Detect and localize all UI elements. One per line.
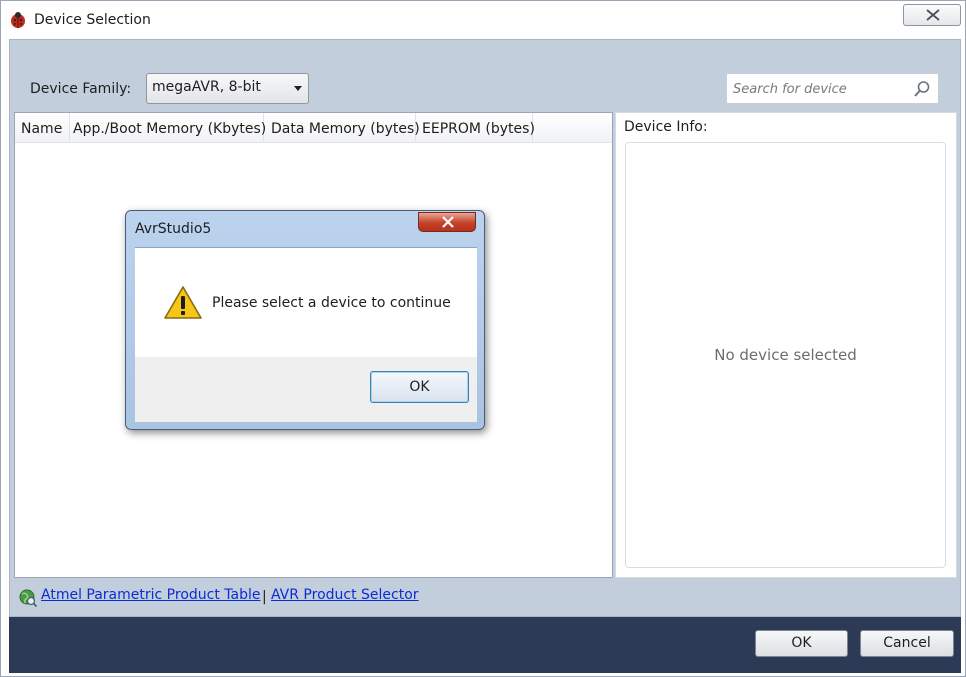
column-header-eeprom[interactable]: EEPROM (bytes): [416, 113, 535, 143]
column-header-data-memory[interactable]: Data Memory (bytes): [264, 113, 420, 143]
links-row: Atmel Parametric Product Table | AVR Pro…: [14, 585, 954, 609]
no-device-selected-text: No device selected: [714, 346, 857, 364]
ok-button[interactable]: OK: [755, 630, 848, 657]
search-input[interactable]: [731, 78, 906, 100]
dropdown-arrow-icon: [294, 86, 302, 91]
message-box-title: AvrStudio5: [135, 221, 212, 237]
message-ok-button[interactable]: OK: [370, 371, 469, 403]
table-header: Name App./Boot Memory (Kbytes) Data Memo…: [15, 113, 612, 143]
ladybug-icon: [9, 11, 27, 29]
close-icon: [926, 9, 940, 21]
device-selection-window: Device Selection Device Family: megaAVR,…: [0, 0, 966, 677]
message-box-content: Please select a device to continue: [135, 247, 477, 357]
close-icon: [442, 216, 454, 228]
dialog-footer: OK Cancel: [9, 617, 961, 673]
device-info-box: No device selected: [625, 142, 946, 568]
title-bar: Device Selection: [1, 1, 965, 39]
device-info-label: Device Info:: [624, 119, 708, 135]
link-separator: |: [262, 589, 267, 605]
device-family-value: megaAVR, 8-bit: [152, 79, 261, 95]
device-family-select[interactable]: megaAVR, 8-bit: [146, 73, 309, 104]
message-box-buttons: OK: [135, 357, 477, 422]
search-icon[interactable]: [913, 80, 931, 102]
message-box-close-button[interactable]: [418, 212, 476, 232]
avr-product-selector-link[interactable]: AVR Product Selector: [271, 587, 419, 603]
warning-icon: [163, 285, 203, 325]
message-text: Please select a device to continue: [212, 295, 451, 311]
cancel-button[interactable]: Cancel: [860, 630, 954, 657]
device-family-label: Device Family:: [30, 81, 132, 97]
atmel-parametric-product-table-link[interactable]: Atmel Parametric Product Table: [41, 587, 260, 603]
window-close-button[interactable]: [903, 4, 961, 26]
column-header-name[interactable]: Name: [15, 113, 70, 143]
column-header-app-boot-memory[interactable]: App./Boot Memory (Kbytes): [70, 113, 266, 143]
message-box: AvrStudio5 Please select a device to con…: [125, 210, 485, 430]
globe-icon: [18, 588, 38, 612]
window-title: Device Selection: [34, 12, 151, 28]
device-info-panel: Device Info: No device selected: [615, 112, 957, 578]
search-box[interactable]: [726, 73, 939, 104]
